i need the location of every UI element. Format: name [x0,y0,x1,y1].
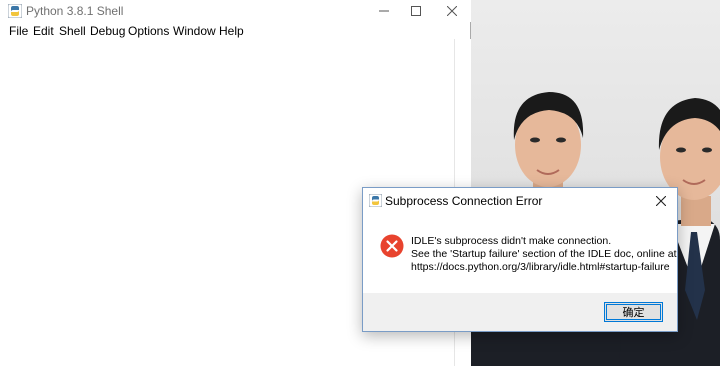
dialog-title: Subprocess Connection Error [385,194,543,208]
error-icon [380,234,404,258]
shell-menubar: File Edit Shell Debug Options Window Hel… [0,22,471,40]
maximize-button[interactable] [399,0,433,22]
python-app-icon [8,4,22,18]
shell-titlebar[interactable]: Python 3.8.1 Shell [0,0,471,22]
menu-file[interactable]: File [9,24,28,38]
close-icon [447,6,457,16]
dialog-footer: 确定 [363,293,677,331]
close-icon [656,196,666,206]
dialog-titlebar[interactable]: Subprocess Connection Error [363,188,677,214]
menu-edit[interactable]: Edit [33,24,54,38]
error-message-line-2: See the 'Startup failure' section of the… [411,248,677,260]
maximize-icon [411,6,421,16]
error-message-line-1: IDLE's subprocess didn't make connection… [411,235,612,247]
subprocess-error-dialog: Subprocess Connection Error IDLE's subpr… [362,187,678,332]
dialog-close-button[interactable] [645,188,677,214]
menu-help[interactable]: Help [219,24,244,38]
shell-title: Python 3.8.1 Shell [26,4,124,18]
ok-button[interactable]: 确定 [604,302,663,322]
menu-options[interactable]: Options [128,24,169,38]
minimize-icon [379,10,389,12]
minimize-button[interactable] [367,0,401,22]
error-message-line-3: https://docs.python.org/3/library/idle.h… [411,261,670,273]
menu-debug[interactable]: Debug [90,24,125,38]
menu-shell[interactable]: Shell [59,24,86,38]
close-button[interactable] [435,0,469,22]
menu-window[interactable]: Window [173,24,216,38]
python-dialog-icon [369,194,382,207]
dialog-body: IDLE's subprocess didn't make connection… [363,214,677,293]
